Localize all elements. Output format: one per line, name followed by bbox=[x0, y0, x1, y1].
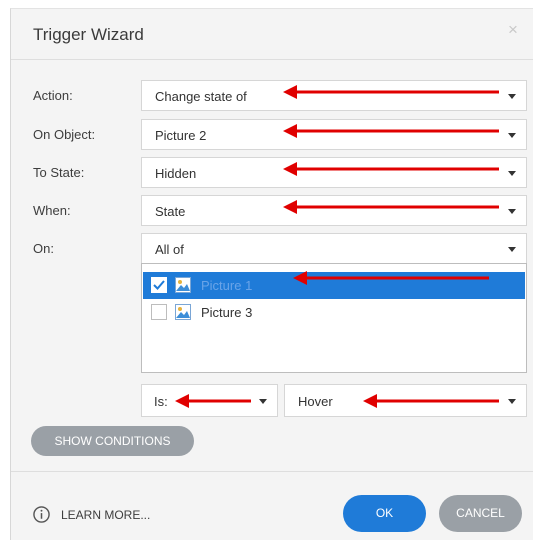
chevron-down-icon bbox=[508, 247, 516, 252]
action-value: Change state of bbox=[155, 89, 247, 104]
when-value: State bbox=[155, 204, 186, 219]
dialog-body: Action: Change state of On Object: Pictu… bbox=[11, 60, 533, 471]
dialog-title: Trigger Wizard bbox=[33, 25, 144, 44]
to-state-value: Hidden bbox=[155, 166, 197, 181]
on-object-label: On Object: bbox=[33, 127, 96, 142]
checkbox[interactable] bbox=[151, 277, 167, 293]
annotation-arrow-icon bbox=[363, 394, 499, 408]
picture-icon bbox=[175, 304, 191, 320]
title-bar: Trigger Wizard × bbox=[11, 9, 533, 60]
cancel-button[interactable]: CANCEL bbox=[439, 495, 522, 532]
item-label: Picture 3 bbox=[201, 305, 253, 320]
annotation-arrow-icon bbox=[283, 162, 499, 176]
learn-more-link[interactable]: LEARN MORE... bbox=[61, 508, 150, 522]
on-object-value: Picture 2 bbox=[155, 128, 207, 143]
operator-value: Is: bbox=[154, 394, 168, 409]
annotation-arrow-icon bbox=[283, 85, 499, 99]
picture-icon bbox=[175, 277, 191, 293]
annotation-arrow-icon bbox=[283, 200, 499, 214]
list-item-picture-3[interactable]: Picture 3 bbox=[143, 299, 525, 326]
checkmark-icon bbox=[153, 280, 165, 290]
action-label: Action: bbox=[33, 88, 73, 103]
to-state-label: To State: bbox=[33, 165, 85, 180]
annotation-arrow-icon bbox=[283, 124, 499, 138]
chevron-down-icon bbox=[259, 399, 267, 404]
checkbox[interactable] bbox=[151, 304, 167, 320]
close-icon[interactable]: × bbox=[505, 21, 521, 38]
on-label: On: bbox=[33, 241, 54, 256]
condition-state-value: Hover bbox=[298, 394, 333, 409]
info-icon bbox=[33, 506, 50, 523]
dialog-footer: LEARN MORE... OK CANCEL bbox=[11, 471, 533, 540]
trigger-wizard-dialog: Trigger Wizard × Action: Change state of… bbox=[10, 8, 533, 540]
chevron-down-icon bbox=[508, 399, 516, 404]
on-value: All of bbox=[155, 242, 184, 257]
on-dropdown[interactable]: All of bbox=[141, 233, 527, 264]
when-label: When: bbox=[33, 203, 71, 218]
annotation-arrow-icon bbox=[293, 271, 489, 285]
show-conditions-button[interactable]: SHOW CONDITIONS bbox=[31, 426, 194, 456]
annotation-arrow-icon bbox=[175, 394, 251, 408]
ok-button[interactable]: OK bbox=[343, 495, 426, 532]
item-label: Picture 1 bbox=[201, 278, 253, 293]
